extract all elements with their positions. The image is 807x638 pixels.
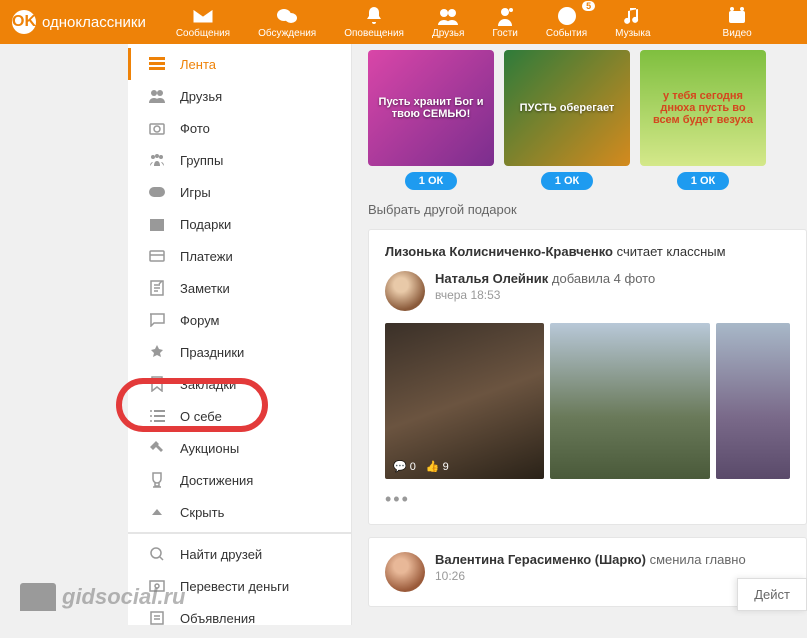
sidebar-item-gifts[interactable]: Подарки [128,208,351,240]
photo-thumbnail[interactable]: 💬 0 👍 9 [385,323,544,479]
sidebar-item-bookmarks[interactable]: Закладки [128,368,351,400]
sidebar-item-payments[interactable]: Платежи [128,240,351,272]
achievements-icon [148,471,166,489]
nav-messages[interactable]: Сообщения [164,3,242,41]
sidebar-item-achievements[interactable]: Достижения [128,464,351,496]
search-icon [148,545,166,563]
forum-icon [148,311,166,329]
sidebar-item-groups[interactable]: Группы [128,144,351,176]
sidebar-item-holidays[interactable]: Праздники [128,336,351,368]
nav-guests[interactable]: Гости [480,3,529,41]
feed-icon [148,55,166,73]
gift-image: у тебя сегодня днюха пусть во всем будет… [640,50,766,166]
like-count: 👍 9 [426,460,449,473]
logo[interactable]: OK одноклассники [12,10,146,34]
sidebar-item-hide[interactable]: Скрыть [128,496,351,528]
comment-count: 💬 0 [393,460,416,473]
gift-price-badge: 1 ОК [677,172,729,190]
photos-row: 💬 0 👍 9 [385,323,790,479]
watermark: gidsocial.ru [20,583,185,611]
sidebar-item-auctions[interactable]: Аукционы [128,432,351,464]
games-icon [148,183,166,201]
gift-price-badge: 1 ОК [405,172,457,190]
music-icon [621,5,645,27]
gift-image: ПУСТЬ оберегает [504,50,630,166]
feed-post-block: Лизонька Колисниченко-Кравченко считает … [368,229,807,525]
chat-icon [275,5,299,27]
friends-icon [148,87,166,105]
mail-icon [191,5,215,27]
sidebar-item-feed[interactable]: Лента [128,48,351,80]
sidebar-item-friends[interactable]: Друзья [128,80,351,112]
groups-icon [148,151,166,169]
photo-thumbnail[interactable] [716,323,790,479]
gifts-icon [148,215,166,233]
post-time: вчера 18:53 [435,288,655,302]
sidebar-item-notes[interactable]: Заметки [128,272,351,304]
photo-thumbnail[interactable] [550,323,709,479]
video-icon [725,5,749,27]
choose-other-gift-link[interactable]: Выбрать другой подарок [368,202,807,217]
gift-card[interactable]: ПУСТЬ оберегает 1 ОК [504,50,630,190]
logo-icon: OK [12,10,36,34]
main-content: Пусть хранит Бог и твою СЕМЬЮ! 1 ОК ПУСТ… [352,44,807,625]
sidebar: Лента Друзья Фото Группы Игры Подарки [128,44,352,625]
ads-icon [148,609,166,627]
avatar[interactable] [385,271,425,311]
nav-music[interactable]: Музыка [603,3,662,41]
notes-icon [148,279,166,297]
sidebar-item-games[interactable]: Игры [128,176,351,208]
sidebar-item-about[interactable]: О себе [128,400,351,432]
post-author-line: Валентина Герасименко (Шарко) сменила гл… [435,552,746,567]
bookmarks-icon [148,375,166,393]
gift-price-badge: 1 ОК [541,172,593,190]
gift-image: Пусть хранит Бог и твою СЕМЬЮ! [368,50,494,166]
gift-card[interactable]: у тебя сегодня днюха пусть во всем будет… [640,50,766,190]
friends-icon [436,5,460,27]
sidebar-item-photo[interactable]: Фото [128,112,351,144]
nav-notifications[interactable]: Оповещения [332,3,416,41]
logo-text: одноклассники [42,14,146,31]
gift-card[interactable]: Пусть хранит Бог и твою СЕМЬЮ! 1 ОК [368,50,494,190]
hide-icon [148,503,166,521]
photo-icon [148,119,166,137]
sidebar-item-forum[interactable]: Форум [128,304,351,336]
avatar[interactable] [385,552,425,592]
post-author-line: Наталья Олейник добавила 4 фото [435,271,655,286]
sidebar-item-find-friends[interactable]: Найти друзей [128,538,351,570]
payments-icon [148,247,166,265]
guests-icon [493,5,517,27]
more-dots[interactable]: ••• [385,489,790,510]
nav-video[interactable]: Видео [711,3,764,41]
events-icon [555,5,579,27]
actions-button[interactable]: Дейст [737,578,807,611]
about-icon [148,407,166,425]
photo-stats: 💬 0 👍 9 [393,460,449,473]
nav-events[interactable]: 5 События [534,3,599,41]
gifts-row: Пусть хранит Бог и твою СЕМЬЮ! 1 ОК ПУСТ… [368,50,807,190]
post-time: 10:26 [435,569,746,583]
bell-icon [362,5,386,27]
nav-friends[interactable]: Друзья [420,3,476,41]
events-badge: 5 [582,1,595,11]
top-nav-header: OK одноклассники Сообщения Обсуждения Оп… [0,0,807,44]
graduation-cap-icon [20,583,56,611]
auctions-icon [148,439,166,457]
nav-discussions[interactable]: Обсуждения [246,3,328,41]
holidays-icon [148,343,166,361]
feed-context-header: Лизонька Колисниченко-Кравченко считает … [385,244,790,259]
